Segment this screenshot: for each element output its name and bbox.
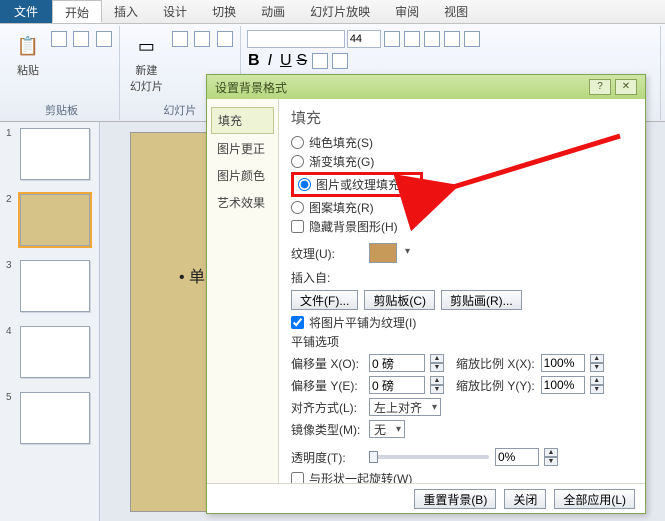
slider-thumb[interactable] [369,451,378,463]
paste-label: 粘贴 [17,62,39,78]
rotate-with-shape-checkbox[interactable]: 与形状一起旋转(W) [291,470,635,483]
scale-y-label: 缩放比例 Y(Y): [456,377,535,394]
section-fill-title: 填充 [291,107,635,128]
spin-up[interactable]: ▲ [430,354,444,363]
tab-design[interactable]: 设计 [151,0,200,23]
offset-y-label: 偏移量 Y(E): [291,377,363,394]
current-slide: • 单 [130,132,210,512]
new-slide-icon: ▭ [132,32,160,60]
close-button[interactable]: 关闭 [504,489,546,509]
bullet-text: • 单 [179,263,205,287]
tab-review[interactable]: 审阅 [383,0,432,23]
shadow-icon[interactable] [312,53,328,69]
cut-icon[interactable] [51,31,67,47]
indent-icon[interactable] [464,31,480,47]
format-background-dialog: 设置背景格式 ? ✕ 填充 图片更正 图片颜色 艺术效果 填充 纯色填充(S) … [206,74,646,514]
opt-hide-bg-graphics[interactable]: 隐藏背景图形(H) [291,218,635,235]
ribbon-group-clipboard: 📋 粘贴 剪贴板 [4,26,120,120]
insert-from-label: 插入自: [291,269,635,286]
sidebar-item-artistic[interactable]: 艺术效果 [211,190,274,215]
layout-icon[interactable] [172,31,188,47]
bullets-icon[interactable] [424,31,440,47]
align-label: 对齐方式(L): [291,399,363,416]
new-slide-label: 新建 幻灯片 [130,62,163,94]
underline-icon[interactable]: U [279,52,293,70]
slide-thumbnails[interactable]: 1 2 3 4 5 [0,122,100,521]
tab-insert[interactable]: 插入 [102,0,151,23]
offset-y-field[interactable] [369,376,425,394]
clipboard-button[interactable]: 剪贴板(C) [364,290,435,310]
offset-x-field[interactable] [369,354,425,372]
reset-icon[interactable] [194,31,210,47]
clipart-button[interactable]: 剪贴画(R)... [441,290,522,310]
numbering-icon[interactable] [444,31,460,47]
tile-options-label: 平铺选项 [291,333,635,350]
opt-gradient-fill[interactable]: 渐变填充(G) [291,153,635,170]
reset-background-button[interactable]: 重置背景(B) [414,489,496,509]
new-slide-button[interactable]: ▭ 新建 幻灯片 [126,30,167,96]
sidebar-item-picture-correction[interactable]: 图片更正 [211,136,274,161]
dialog-content: 填充 纯色填充(S) 渐变填充(G) 图片或纹理填充(P) 图案填充(R) 隐藏… [279,99,645,483]
section-icon[interactable] [217,31,233,47]
transparency-label: 透明度(T): [291,449,363,466]
clipboard-icon: 📋 [14,32,42,60]
highlight-box: 图片或纹理填充(P) [291,172,423,197]
texture-picker[interactable] [369,243,397,263]
dialog-footer: 重置背景(B) 关闭 全部应用(L) [207,483,645,513]
italic-icon[interactable]: I [263,52,277,70]
thumb-1[interactable]: 1 [6,128,93,180]
font-name-combo[interactable] [247,30,345,48]
dialog-titlebar[interactable]: 设置背景格式 ? ✕ [207,75,645,99]
tile-checkbox[interactable]: 将图片平铺为纹理(I) [291,314,635,331]
sidebar-item-picture-color[interactable]: 图片颜色 [211,163,274,188]
tab-file[interactable]: 文件 [0,0,52,23]
clipboard-small-buttons [50,30,113,53]
menu-tabs: 文件 开始 插入 设计 切换 动画 幻灯片放映 审阅 视图 [0,0,665,24]
transparency-slider[interactable] [369,455,489,459]
file-button[interactable]: 文件(F)... [291,290,358,310]
tab-home[interactable]: 开始 [52,0,102,23]
format-painter-icon[interactable] [96,31,112,47]
mirror-select[interactable]: 无 [369,420,405,438]
dialog-sidebar: 填充 图片更正 图片颜色 艺术效果 [207,99,279,483]
opt-pattern-fill[interactable]: 图案填充(R) [291,199,635,216]
spacing-icon[interactable] [332,53,348,69]
tab-transition[interactable]: 切换 [200,0,249,23]
transparency-field[interactable] [495,448,539,466]
tab-animation[interactable]: 动画 [249,0,298,23]
bold-icon[interactable]: B [247,52,261,70]
help-button[interactable]: ? [589,79,611,95]
decrease-font-icon[interactable] [404,31,420,47]
copy-icon[interactable] [73,31,89,47]
group-label-slides: 幻灯片 [163,102,196,120]
thumb-5[interactable]: 5 [6,392,93,444]
thumb-2[interactable]: 2 [6,194,93,246]
texture-label: 纹理(U): [291,245,363,262]
apply-all-button[interactable]: 全部应用(L) [554,489,635,509]
slides-small-buttons [171,30,234,53]
dialog-title-text: 设置背景格式 [215,79,287,96]
tab-view[interactable]: 视图 [432,0,481,23]
spin-down[interactable]: ▼ [430,363,444,372]
close-icon[interactable]: ✕ [615,79,637,95]
scale-x-label: 缩放比例 X(X): [456,355,535,372]
opt-solid-fill[interactable]: 纯色填充(S) [291,134,635,151]
paste-button[interactable]: 📋 粘贴 [10,30,46,80]
offset-x-label: 偏移量 X(O): [291,355,363,372]
mirror-label: 镜像类型(M): [291,421,363,438]
sidebar-item-fill[interactable]: 填充 [211,107,274,134]
tab-slideshow[interactable]: 幻灯片放映 [298,0,383,23]
thumb-3[interactable]: 3 [6,260,93,312]
thumb-4[interactable]: 4 [6,326,93,378]
group-label-clipboard: 剪贴板 [45,102,78,120]
scale-x-field[interactable] [541,354,585,372]
align-select[interactable]: 左上对齐 [369,398,441,416]
scale-y-field[interactable] [541,376,585,394]
font-size-combo[interactable] [347,30,381,48]
strike-icon[interactable]: S [295,52,309,70]
opt-picture-texture-fill[interactable]: 图片或纹理填充(P) [298,176,416,193]
increase-font-icon[interactable] [384,31,400,47]
